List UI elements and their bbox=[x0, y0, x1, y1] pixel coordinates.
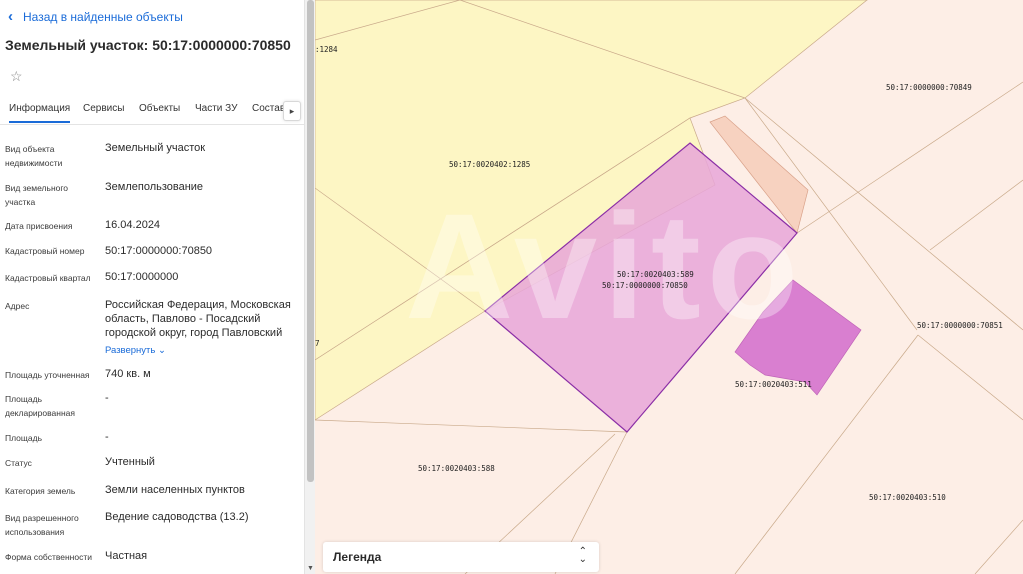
panel-scrollbar[interactable]: ▼ bbox=[304, 0, 315, 574]
map-label-589: 50:17:0020403:589 bbox=[617, 270, 694, 279]
info-label: Форма собственности bbox=[5, 552, 92, 562]
map-label-70851: 50:17:0000000:70851 bbox=[917, 321, 1003, 330]
info-label: Вид разрешенного использования bbox=[5, 513, 79, 537]
info-panel: ‹ Назад в найденные объекты Земельный уч… bbox=[0, 0, 304, 574]
map-label-70849: 50:17:0000000:70849 bbox=[886, 83, 972, 92]
info-label: Статус bbox=[5, 458, 32, 468]
avito-watermark: Avito bbox=[405, 182, 805, 350]
map-label-1285: 50:17:0020402:1285 bbox=[449, 160, 531, 169]
back-link[interactable]: ‹ Назад в найденные объекты bbox=[8, 8, 183, 25]
tab-bar: Информация Сервисы Объекты Части ЗУ Сост… bbox=[0, 103, 304, 125]
map-label-588: 50:17:0020403:588 bbox=[418, 464, 495, 473]
tab-composition[interactable]: Состав bbox=[252, 103, 285, 114]
page-title: Земельный участок: 50:17:0000000:70850 bbox=[5, 37, 291, 53]
info-value: Частная bbox=[105, 550, 148, 562]
info-label: Площадь bbox=[5, 433, 43, 443]
app-root: Avito :1284 50:17:0000000:70849 50:17:00… bbox=[0, 0, 1023, 574]
info-label: Категория земель bbox=[5, 486, 76, 496]
info-label: Адрес bbox=[5, 301, 30, 311]
map-label-70850: 50:17:0000000:70850 bbox=[602, 281, 688, 290]
info-label: Вид земельного участка bbox=[5, 183, 69, 207]
info-label: Вид объекта недвижимости bbox=[5, 144, 63, 168]
info-value: Землепользование bbox=[105, 181, 204, 193]
cadastral-map[interactable]: Avito :1284 50:17:0000000:70849 50:17:00… bbox=[315, 0, 1023, 574]
info-value: Ведение садоводства (13.2) bbox=[105, 511, 249, 523]
info-label: Дата присвоения bbox=[5, 221, 73, 231]
info-value: Учтенный bbox=[105, 456, 155, 468]
scroll-down-icon[interactable]: ▼ bbox=[306, 564, 315, 574]
map-label-511: 50:17:0020403:511 bbox=[735, 380, 812, 389]
scrollbar-thumb[interactable] bbox=[307, 0, 314, 482]
map-label-7: 7 bbox=[315, 339, 320, 348]
info-label: Кадастровый квартал bbox=[5, 273, 91, 283]
info-value: Земельный участок bbox=[105, 142, 206, 154]
chevron-down-icon: ⌄ bbox=[158, 345, 166, 356]
info-value: Земли населенных пунктов bbox=[105, 484, 245, 496]
info-value: 16.04.2024 bbox=[105, 219, 161, 231]
tab-information[interactable]: Информация bbox=[9, 103, 71, 123]
info-label: Кадастровый номер bbox=[5, 246, 85, 256]
info-label: Площадь декларированная bbox=[5, 394, 75, 418]
info-value: - bbox=[105, 392, 109, 404]
tab-services[interactable]: Сервисы bbox=[83, 103, 124, 114]
favorite-star-icon[interactable]: ☆ bbox=[10, 68, 23, 85]
info-value: 50:17:0000000 bbox=[105, 271, 179, 283]
tab-parts[interactable]: Части ЗУ bbox=[195, 103, 237, 114]
info-value: - bbox=[105, 431, 109, 443]
tabs-next-button[interactable]: ▸ bbox=[283, 101, 301, 121]
back-link-label: Назад в найденные объекты bbox=[23, 10, 183, 24]
info-value: 740 кв. м bbox=[105, 368, 151, 380]
expand-link[interactable]: Развернуть ⌄ bbox=[105, 345, 166, 356]
map-label-510: 50:17:0020403:510 bbox=[869, 493, 946, 502]
info-value: 50:17:0000000:70850 bbox=[105, 245, 213, 257]
info-value-address: Российская Федерация, Московская область… bbox=[105, 299, 291, 339]
expand-collapse-icon: ⌃ ⌄ bbox=[578, 546, 587, 565]
chevron-left-icon: ‹ bbox=[8, 8, 13, 25]
info-label: Площадь уточненная bbox=[5, 370, 90, 380]
tab-objects[interactable]: Объекты bbox=[139, 103, 180, 114]
expand-link-label: Развернуть bbox=[105, 345, 156, 356]
map-label-1284: :1284 bbox=[315, 45, 338, 54]
legend-dropdown[interactable]: Легенда ⌃ ⌄ bbox=[323, 542, 599, 572]
legend-label: Легенда bbox=[333, 550, 382, 564]
